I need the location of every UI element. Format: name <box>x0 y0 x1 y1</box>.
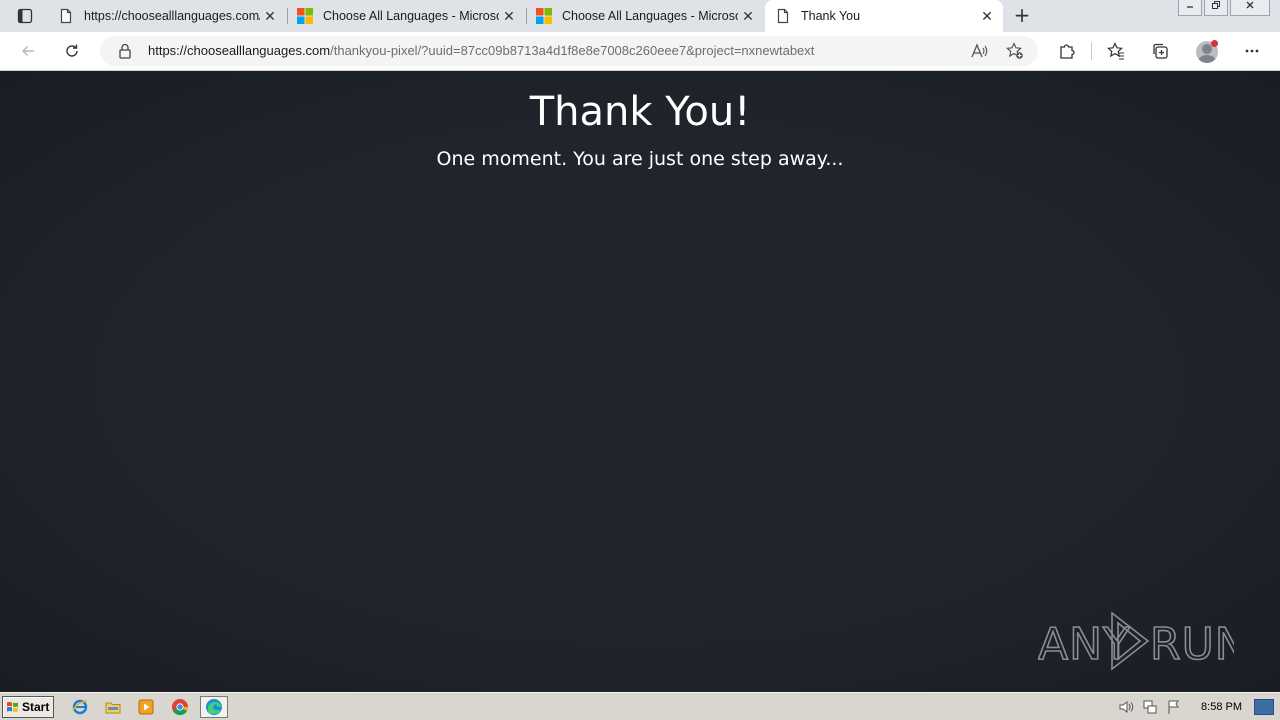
watermark-text-left: ANY <box>1038 619 1131 670</box>
puzzle-icon <box>1060 44 1075 59</box>
read-aloud-icon <box>971 43 988 58</box>
tab-choose-all-languages-1[interactable]: Choose All Languages - Microsoft ✕ <box>287 0 525 32</box>
tab-actions-button[interactable] <box>8 4 42 28</box>
flag-icon <box>1168 700 1179 714</box>
tab-choosealllanguages-url[interactable]: https://choosealllanguages.com/ ✕ <box>48 0 286 32</box>
volume-tray-button[interactable] <box>1115 697 1137 717</box>
lock-icon[interactable] <box>118 43 132 59</box>
close-window-button[interactable] <box>1230 0 1270 16</box>
tab-label: Thank You <box>801 9 861 23</box>
close-icon <box>1246 1 1254 9</box>
minimize-icon <box>1187 6 1193 8</box>
toolbar-separator <box>1091 42 1092 60</box>
page-icon <box>60 8 72 24</box>
action-center-tray-button[interactable] <box>1163 697 1185 717</box>
chrome-taskbar-button[interactable] <box>168 696 192 718</box>
url-text[interactable]: https://choosealllanguages.com/thankyou-… <box>148 43 814 58</box>
internet-explorer-icon <box>72 699 88 715</box>
taskbar-clock[interactable]: 8:58 PM <box>1201 701 1242 713</box>
address-bar[interactable]: https://choosealllanguages.com/thankyou-… <box>100 36 1038 66</box>
media-player-icon <box>138 699 154 715</box>
refresh-icon <box>66 44 78 57</box>
network-icon <box>1143 700 1157 714</box>
favorites-button[interactable] <box>1103 39 1129 63</box>
taskbar: Start 8:58 PM <box>0 692 1280 720</box>
microsoft-logo-icon <box>297 8 313 24</box>
tab-choose-all-languages-2[interactable]: Choose All Languages - Microsoft ✕ <box>526 0 764 32</box>
page-subtitle: One moment. You are just one step away..… <box>436 148 844 170</box>
back-button[interactable] <box>14 38 42 64</box>
favorites-star-icon <box>1107 42 1124 60</box>
tab-label: Choose All Languages - Microsoft <box>323 9 499 23</box>
profile-notification-dot <box>1211 40 1218 47</box>
page-title: Thank You! <box>529 89 751 135</box>
anyrun-watermark-logo: ANY RUN <box>1038 611 1234 671</box>
system-tray: 8:58 PM <box>1113 695 1280 719</box>
windows-logo-icon <box>7 702 18 712</box>
internet-explorer-taskbar-button[interactable] <box>68 696 92 718</box>
edge-taskbar-button[interactable] <box>200 696 228 718</box>
refresh-button[interactable] <box>58 38 86 64</box>
tab-close-button[interactable]: ✕ <box>738 6 758 26</box>
folder-icon <box>105 702 121 714</box>
tab-strip: https://choosealllanguages.com/ ✕ Choose… <box>0 0 1280 32</box>
microsoft-logo-icon <box>536 8 552 24</box>
extensions-button[interactable] <box>1054 39 1080 63</box>
url-path: /thankyou-pixel/?uuid=87cc09b8713a4d1f8e… <box>330 43 815 58</box>
page-content: Thank You! One moment. You are just one … <box>0 71 1280 692</box>
star-add-icon <box>1006 42 1023 59</box>
tab-label: https://choosealllanguages.com/ <box>84 9 260 23</box>
chrome-icon <box>172 699 188 715</box>
window-controls <box>1178 0 1270 16</box>
collections-icon <box>1153 43 1168 59</box>
tab-close-button[interactable]: ✕ <box>977 6 997 26</box>
watermark-text-right: RUN <box>1150 619 1234 670</box>
network-tray-button[interactable] <box>1139 697 1161 717</box>
speaker-icon <box>1119 701 1134 713</box>
url-host: https://choosealllanguages.com <box>148 43 331 58</box>
tab-close-button[interactable]: ✕ <box>499 6 519 26</box>
show-desktop-button[interactable] <box>1254 699 1274 715</box>
edge-icon <box>206 699 222 715</box>
navigation-bar: https://choosealllanguages.com/thankyou-… <box>0 32 1280 71</box>
restore-button[interactable] <box>1204 0 1228 16</box>
tab-close-button[interactable]: ✕ <box>260 6 280 26</box>
add-favorite-button[interactable] <box>1004 41 1026 61</box>
media-player-taskbar-button[interactable] <box>134 696 158 718</box>
restore-icon <box>1212 1 1220 9</box>
tab-label: Choose All Languages - Microsoft <box>562 9 738 23</box>
tab-actions-icon <box>17 8 33 24</box>
page-icon <box>777 8 789 24</box>
collections-button[interactable] <box>1147 39 1173 63</box>
start-label: Start <box>22 700 50 714</box>
new-tab-button[interactable]: + <box>1010 4 1034 28</box>
settings-menu-button[interactable] <box>1239 39 1265 63</box>
tab-thank-you[interactable]: Thank You ✕ <box>765 0 1003 32</box>
start-button[interactable]: Start <box>2 696 54 718</box>
file-explorer-taskbar-button[interactable] <box>101 696 125 718</box>
more-options-icon <box>1245 49 1259 53</box>
back-arrow-icon <box>22 46 34 56</box>
minimize-button[interactable] <box>1178 0 1202 16</box>
read-aloud-button[interactable] <box>968 41 990 61</box>
